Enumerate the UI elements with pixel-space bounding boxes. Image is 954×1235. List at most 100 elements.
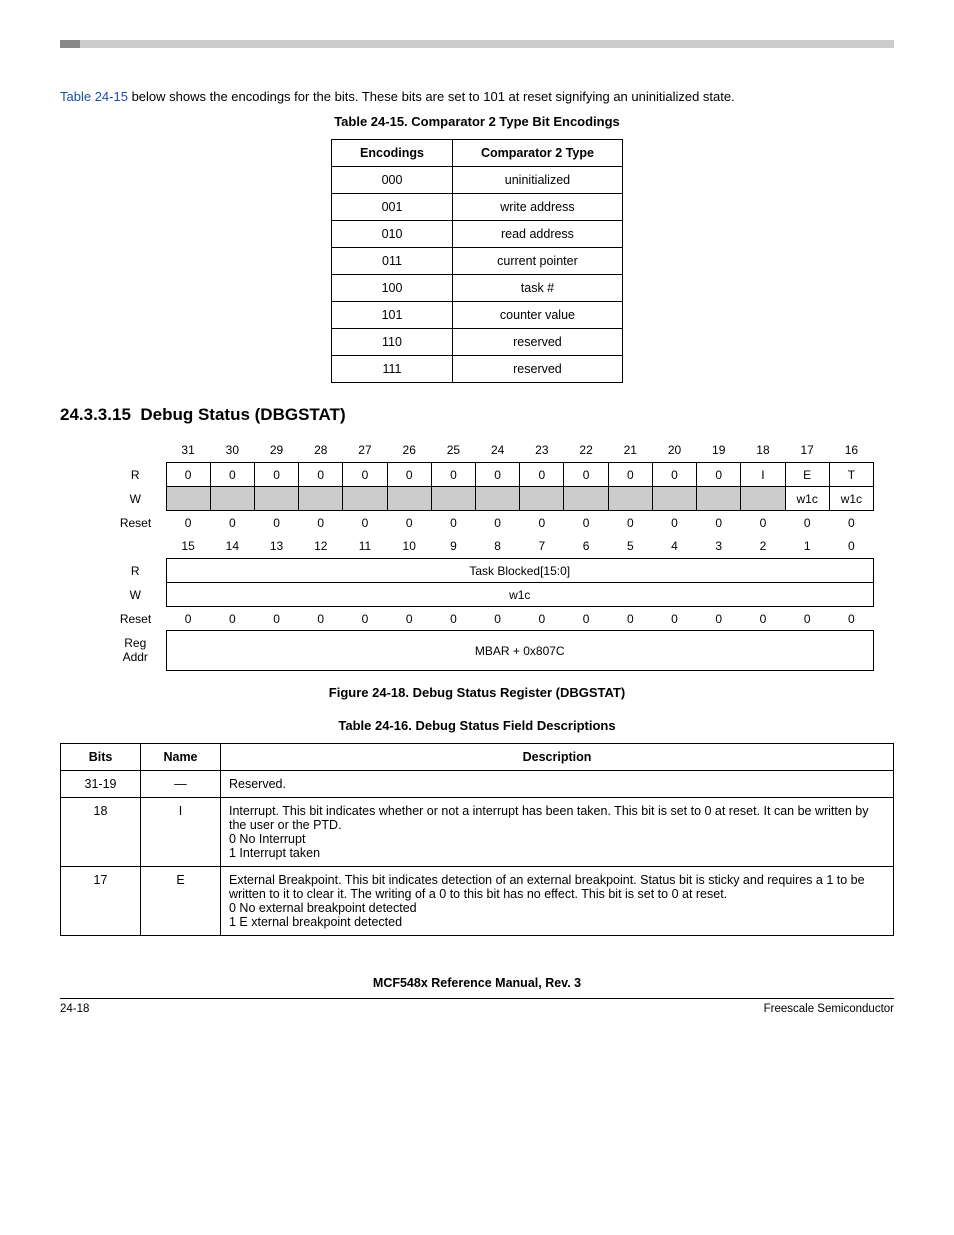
reset-cell: 0 bbox=[520, 511, 564, 535]
bit-num: 18 bbox=[741, 439, 785, 463]
table16-desc: External Breakpoint. This bit indicates … bbox=[221, 867, 894, 936]
reset-cell: 0 bbox=[741, 607, 785, 631]
bit-num: 17 bbox=[785, 439, 829, 463]
row-label-w: W bbox=[110, 583, 166, 607]
table15-head-type: Comparator 2 Type bbox=[452, 139, 622, 166]
w-cell bbox=[741, 487, 785, 511]
r-cell: I bbox=[741, 463, 785, 487]
table15-cell: 110 bbox=[332, 328, 453, 355]
r-cell: 0 bbox=[564, 463, 608, 487]
reset-cell: 0 bbox=[299, 511, 343, 535]
reset-cell: 0 bbox=[697, 511, 741, 535]
intro-rest: below shows the encodings for the bits. … bbox=[128, 89, 735, 104]
reset-cell: 0 bbox=[431, 511, 475, 535]
table16-bits: 17 bbox=[61, 867, 141, 936]
bit-num: 2 bbox=[741, 535, 785, 559]
r-lo-field: Task Blocked[15:0] bbox=[166, 559, 874, 583]
table15-cell: 100 bbox=[332, 274, 453, 301]
reset-cell: 0 bbox=[210, 511, 254, 535]
reset-cell: 0 bbox=[343, 607, 387, 631]
register-diagram: 31 30 29 28 27 26 25 24 23 22 21 20 19 1… bbox=[110, 439, 874, 672]
bit-num: 20 bbox=[652, 439, 696, 463]
table15-cell: 010 bbox=[332, 220, 453, 247]
table15-cell: 000 bbox=[332, 166, 453, 193]
r-cell: 0 bbox=[520, 463, 564, 487]
table16-head-name: Name bbox=[141, 744, 221, 771]
reset-cell: 0 bbox=[785, 607, 829, 631]
w-cell bbox=[608, 487, 652, 511]
bit-num: 0 bbox=[829, 535, 873, 559]
intro-paragraph: Table 24-15 below shows the encodings fo… bbox=[60, 88, 894, 106]
table15-cell: read address bbox=[452, 220, 622, 247]
reset-cell: 0 bbox=[431, 607, 475, 631]
reset-cell: 0 bbox=[697, 607, 741, 631]
bit-num: 15 bbox=[166, 535, 210, 559]
row-label-reset: Reset bbox=[110, 511, 166, 535]
table15-caption: Table 24-15. Comparator 2 Type Bit Encod… bbox=[60, 114, 894, 129]
r-cell: 0 bbox=[431, 463, 475, 487]
regaddr-value: MBAR + 0x807C bbox=[166, 631, 874, 671]
bit-num: 26 bbox=[387, 439, 431, 463]
section-num: 24.3.3.15 bbox=[60, 405, 131, 424]
table15-cell: 111 bbox=[332, 355, 453, 382]
reset-cell: 0 bbox=[166, 607, 210, 631]
bit-num: 25 bbox=[431, 439, 475, 463]
reset-cell: 0 bbox=[210, 607, 254, 631]
row-label-w: W bbox=[110, 487, 166, 511]
bit-num: 16 bbox=[829, 439, 873, 463]
bit-num: 1 bbox=[785, 535, 829, 559]
bit-num: 28 bbox=[299, 439, 343, 463]
bit-num: 6 bbox=[564, 535, 608, 559]
table15-cell: reserved bbox=[452, 355, 622, 382]
section-title: Debug Status (DBGSTAT) bbox=[140, 405, 345, 424]
reset-cell: 0 bbox=[829, 511, 873, 535]
reset-cell: 0 bbox=[254, 511, 298, 535]
table15-cell: counter value bbox=[452, 301, 622, 328]
reset-cell: 0 bbox=[343, 511, 387, 535]
reset-cell: 0 bbox=[652, 607, 696, 631]
bit-num: 10 bbox=[387, 535, 431, 559]
w-cell: w1c bbox=[785, 487, 829, 511]
table16-bits: 31-19 bbox=[61, 771, 141, 798]
bit-num: 30 bbox=[210, 439, 254, 463]
table-link[interactable]: Table 24-15 bbox=[60, 89, 128, 104]
bit-num: 27 bbox=[343, 439, 387, 463]
reset-cell: 0 bbox=[564, 607, 608, 631]
w-lo-field: w1c bbox=[166, 583, 874, 607]
r-cell: 0 bbox=[254, 463, 298, 487]
table15-cell: 001 bbox=[332, 193, 453, 220]
table16-desc: Reserved. bbox=[221, 771, 894, 798]
bit-num: 22 bbox=[564, 439, 608, 463]
table16-desc: Interrupt. This bit indicates whether or… bbox=[221, 798, 894, 867]
bit-num: 8 bbox=[476, 535, 520, 559]
w-cell bbox=[564, 487, 608, 511]
r-cell: 0 bbox=[476, 463, 520, 487]
table16-name: I bbox=[141, 798, 221, 867]
w-cell bbox=[431, 487, 475, 511]
bit-num: 21 bbox=[608, 439, 652, 463]
w-cell: w1c bbox=[829, 487, 873, 511]
table15-cell: task # bbox=[452, 274, 622, 301]
r-cell: 0 bbox=[166, 463, 210, 487]
table16-name: E bbox=[141, 867, 221, 936]
bit-num: 19 bbox=[697, 439, 741, 463]
table16-caption: Table 24-16. Debug Status Field Descript… bbox=[60, 718, 894, 733]
reset-cell: 0 bbox=[785, 511, 829, 535]
regaddr-line2: Addr bbox=[123, 650, 148, 664]
bit-num: 29 bbox=[254, 439, 298, 463]
row-label-r: R bbox=[110, 463, 166, 487]
table15-cell: 011 bbox=[332, 247, 453, 274]
r-cell: 0 bbox=[343, 463, 387, 487]
bit-num: 13 bbox=[254, 535, 298, 559]
w-cell bbox=[299, 487, 343, 511]
row-label-reset: Reset bbox=[110, 607, 166, 631]
bit-num: 5 bbox=[608, 535, 652, 559]
bit-num: 23 bbox=[520, 439, 564, 463]
r-cell: E bbox=[785, 463, 829, 487]
r-cell: 0 bbox=[387, 463, 431, 487]
table15-cell: 101 bbox=[332, 301, 453, 328]
reset-cell: 0 bbox=[520, 607, 564, 631]
table16-bits: 18 bbox=[61, 798, 141, 867]
bit-num: 3 bbox=[697, 535, 741, 559]
reset-cell: 0 bbox=[476, 511, 520, 535]
